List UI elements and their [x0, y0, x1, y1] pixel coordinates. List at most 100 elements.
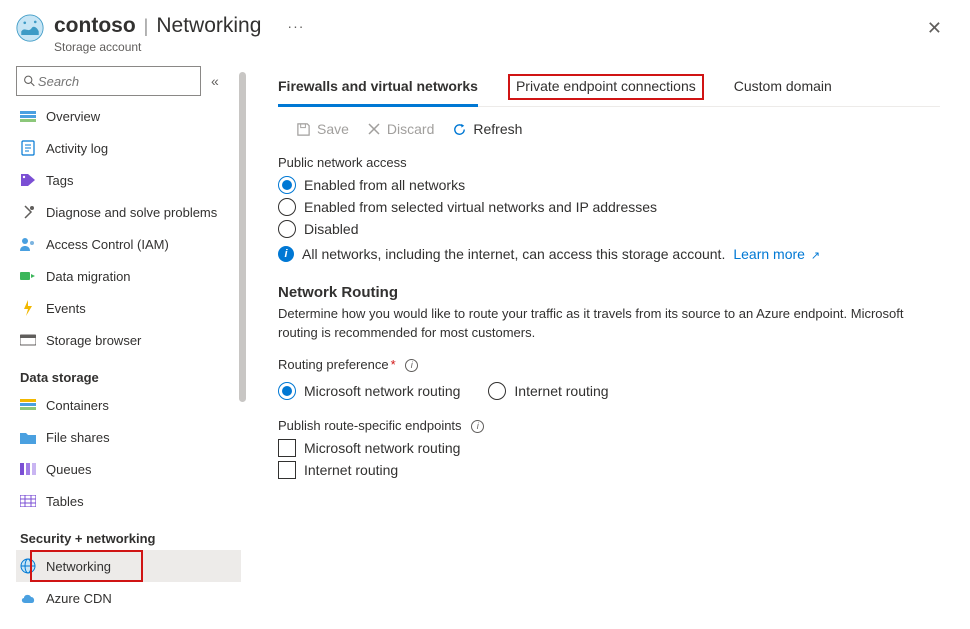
storage-account-icon — [16, 14, 44, 42]
sidebar-item-queues[interactable]: Queues — [16, 453, 241, 485]
sidebar-item-access-control[interactable]: Access Control (IAM) — [16, 228, 241, 260]
sidebar-item-label: Containers — [46, 398, 109, 413]
radio-label: Disabled — [304, 221, 358, 237]
network-routing-desc: Determine how you would like to route yo… — [278, 305, 918, 343]
tab-custom-domain[interactable]: Custom domain — [734, 78, 832, 106]
search-icon — [23, 74, 36, 88]
checkbox-icon — [278, 461, 296, 479]
scrollbar-thumb[interactable] — [239, 72, 246, 402]
sidebar-item-tables[interactable]: Tables — [16, 485, 241, 517]
public-access-label: Public network access — [278, 155, 940, 170]
sidebar-item-label: Overview — [46, 109, 100, 124]
link-text: Learn more — [733, 246, 805, 262]
annotation-highlight — [30, 550, 143, 582]
azure-cdn-icon — [20, 590, 36, 606]
sidebar-item-containers[interactable]: Containers — [16, 389, 241, 421]
overview-icon — [20, 108, 36, 124]
access-control-icon — [20, 236, 36, 252]
title-divider: | — [144, 16, 149, 37]
checkbox-label: Internet routing — [304, 462, 398, 478]
sidebar-item-label: Access Control (IAM) — [46, 237, 169, 252]
refresh-button[interactable]: Refresh — [452, 121, 522, 137]
radio-icon — [278, 220, 296, 238]
sidebar-item-azure-cdn[interactable]: Azure CDN — [16, 582, 241, 614]
label-text: Publish route-specific endpoints — [278, 418, 462, 433]
radio-disabled[interactable]: Disabled — [278, 220, 940, 238]
checkbox-ms-routing[interactable]: Microsoft network routing — [278, 439, 940, 457]
sidebar-item-label: Storage browser — [46, 333, 141, 348]
info-text: All networks, including the internet, ca… — [302, 246, 725, 262]
main-content: Firewalls and virtual networks Private e… — [248, 62, 970, 629]
sidebar-item-storage-browser[interactable]: Storage browser — [16, 324, 241, 356]
sidebar-item-label: Tags — [46, 173, 73, 188]
checkbox-internet-routing[interactable]: Internet routing — [278, 461, 940, 479]
save-button: Save — [296, 121, 349, 137]
radio-ms-routing[interactable]: Microsoft network routing — [278, 382, 460, 400]
save-label: Save — [317, 121, 349, 137]
sidebar-item-file-shares[interactable]: File shares — [16, 421, 241, 453]
sidebar-item-label: Data migration — [46, 269, 131, 284]
resource-type: Storage account — [54, 40, 304, 54]
sidebar-item-events[interactable]: Events — [16, 292, 241, 324]
search-input[interactable] — [36, 73, 194, 90]
more-actions-icon[interactable]: ··· — [287, 18, 304, 34]
sidebar-item-data-migration[interactable]: Data migration — [16, 260, 241, 292]
collapse-sidebar-icon[interactable]: « — [211, 73, 219, 89]
tags-icon — [20, 172, 36, 188]
sidebar-item-label: Events — [46, 301, 86, 316]
network-routing-title: Network Routing — [278, 284, 940, 301]
sidebar-item-tags[interactable]: Tags — [16, 164, 241, 196]
radio-label: Microsoft network routing — [304, 383, 460, 399]
sidebar-item-label: Activity log — [46, 141, 108, 156]
sidebar-item-label: Diagnose and solve problems — [46, 205, 217, 220]
data-migration-icon — [20, 268, 36, 284]
label-text: Routing preference — [278, 357, 389, 372]
activity-log-icon — [20, 140, 36, 156]
file-shares-icon — [20, 429, 36, 445]
discard-label: Discard — [387, 121, 434, 137]
close-button[interactable]: ✕ — [919, 14, 950, 43]
radio-icon — [278, 176, 296, 194]
sidebar-item-overview[interactable]: Overview — [16, 100, 241, 132]
events-icon — [20, 300, 36, 316]
sidebar-scrollbar[interactable] — [238, 62, 248, 629]
storage-browser-icon — [20, 332, 36, 348]
page-title: Networking — [156, 14, 261, 38]
sidebar-item-label: Tables — [46, 494, 84, 509]
routing-preference-label: Routing preference* i — [278, 357, 940, 372]
radio-icon — [488, 382, 506, 400]
save-icon — [296, 122, 311, 137]
radio-internet-routing[interactable]: Internet routing — [488, 382, 608, 400]
discard-icon — [367, 122, 381, 136]
resource-name: contoso — [54, 14, 136, 38]
tab-firewalls[interactable]: Firewalls and virtual networks — [278, 78, 478, 107]
checkbox-icon — [278, 439, 296, 457]
discard-button: Discard — [367, 121, 434, 137]
learn-more-link[interactable]: Learn more ↗ — [733, 246, 820, 262]
refresh-icon — [452, 122, 467, 137]
queues-icon — [20, 461, 36, 477]
refresh-label: Refresh — [473, 121, 522, 137]
blade-header: contoso | Networking ··· Storage account… — [0, 0, 970, 62]
public-access-info: i All networks, including the internet, … — [278, 246, 940, 262]
radio-label: Enabled from all networks — [304, 177, 465, 193]
sidebar-item-label: File shares — [46, 430, 110, 445]
radio-enabled-selected[interactable]: Enabled from selected virtual networks a… — [278, 198, 940, 216]
tables-icon — [20, 493, 36, 509]
info-tooltip-icon[interactable]: i — [405, 359, 418, 372]
sidebar-item-label: Azure CDN — [46, 591, 112, 606]
sidebar-item-activity-log[interactable]: Activity log — [16, 132, 241, 164]
radio-enabled-all[interactable]: Enabled from all networks — [278, 176, 940, 194]
publish-endpoints-label: Publish route-specific endpoints i — [278, 418, 940, 433]
external-link-icon: ↗ — [811, 250, 820, 262]
search-input-wrapper[interactable] — [16, 66, 201, 96]
radio-label: Internet routing — [514, 383, 608, 399]
sidebar-item-label: Queues — [46, 462, 92, 477]
tab-private-endpoints[interactable]: Private endpoint connections — [508, 78, 704, 104]
sidebar-item-diagnose[interactable]: Diagnose and solve problems — [16, 196, 241, 228]
containers-icon — [20, 397, 36, 413]
sidebar-group-data-storage: Data storage — [16, 356, 248, 389]
radio-label: Enabled from selected virtual networks a… — [304, 199, 657, 215]
info-icon: i — [278, 246, 294, 262]
info-tooltip-icon[interactable]: i — [471, 420, 484, 433]
